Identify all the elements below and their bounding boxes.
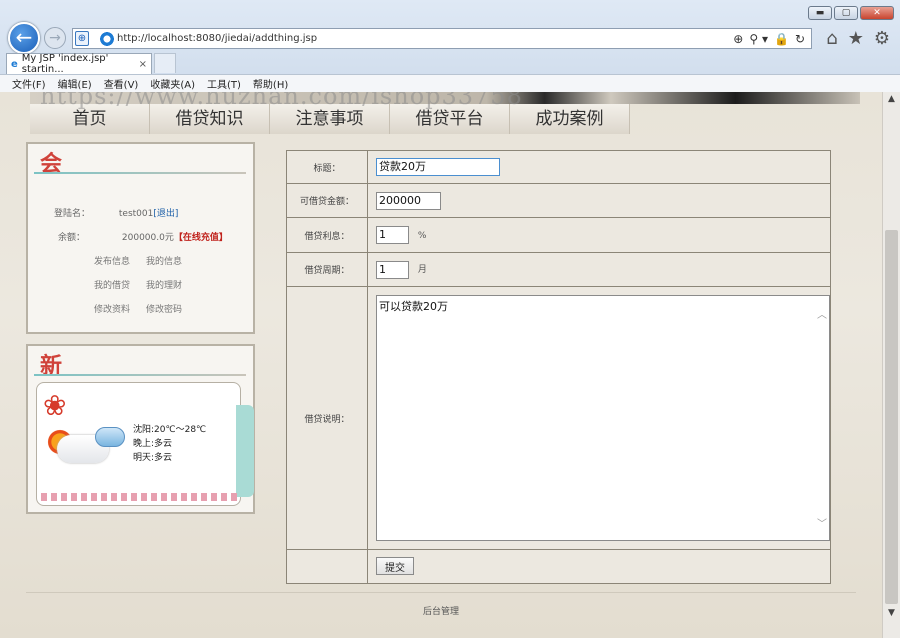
form-row-submit: 提交 bbox=[286, 548, 831, 585]
member-links-row: 修改资料 修改密码 bbox=[94, 302, 182, 315]
refresh-icon[interactable]: ↻ bbox=[795, 32, 805, 46]
menu-tools[interactable]: 工具(T) bbox=[207, 76, 241, 91]
period-unit: 月 bbox=[417, 265, 427, 276]
scroll-down-icon[interactable]: ﹀ bbox=[817, 515, 827, 530]
my-loans-link[interactable]: 我的借贷 bbox=[94, 278, 130, 291]
browser-icons: ⌂ ★ ⚙ bbox=[826, 28, 890, 49]
weather-today: 沈阳:20℃～28℃ bbox=[133, 425, 207, 435]
menu-file[interactable]: 文件(F) bbox=[12, 76, 46, 91]
recharge-link[interactable]: 【在线充值】 bbox=[174, 233, 228, 243]
tab-row: e My JSP 'index.jsp' startin... × bbox=[0, 52, 900, 75]
login-row: 登陆名： test001[退出] bbox=[54, 206, 178, 219]
divider bbox=[34, 172, 246, 174]
ie-favicon-icon: e bbox=[99, 30, 115, 47]
divider bbox=[34, 374, 246, 376]
tab-title: My JSP 'index.jsp' startin... bbox=[21, 53, 109, 75]
weather-tonight: 晚上:多云 bbox=[133, 439, 173, 449]
address-bar[interactable]: ⊕ e http://localhost:8080/jiedai/addthin… bbox=[72, 28, 812, 49]
search-icon[interactable]: ⚲ ▾ bbox=[749, 32, 768, 46]
new-tab-button[interactable] bbox=[154, 53, 176, 73]
balance-value: 200000.0元 bbox=[121, 233, 174, 243]
settings-icon[interactable]: ⚙ bbox=[874, 28, 890, 49]
forward-button[interactable]: → bbox=[44, 27, 66, 49]
menu-help[interactable]: 帮助(H) bbox=[253, 76, 288, 91]
form-row-rate: 借贷利息： 1 % bbox=[286, 217, 831, 254]
form-row-desc: 借贷说明： 可以贷款20万 ︿ ﹀ bbox=[286, 286, 831, 550]
desc-textarea[interactable]: 可以贷款20万 ︿ ﹀ bbox=[376, 295, 830, 542]
admin-link[interactable]: 后台管理 bbox=[0, 604, 882, 617]
menu-view[interactable]: 查看(V) bbox=[104, 76, 139, 91]
page-scrollbar[interactable]: ▲ ▼ bbox=[882, 92, 900, 638]
member-panel: 会 登陆名： test001[退出] 余额： 200000.0元【在线充值】 发… bbox=[26, 142, 255, 334]
desc-label: 借贷说明： bbox=[286, 286, 368, 550]
title-input[interactable]: 贷款20万 bbox=[376, 158, 500, 177]
loan-form: 标题： 贷款20万 可借贷金额： 200000 借贷利息： 1 % 借贷周期： … bbox=[286, 149, 831, 585]
lock-icon[interactable]: 🔒 bbox=[774, 32, 789, 46]
footer-divider bbox=[26, 592, 856, 593]
tab-favicon-icon: e bbox=[11, 58, 18, 70]
floral-border bbox=[41, 493, 237, 501]
form-row-period: 借贷周期： 1 月 bbox=[286, 252, 831, 288]
login-label: 登陆名： bbox=[54, 209, 91, 219]
partly-cloudy-icon bbox=[95, 427, 125, 447]
title-label: 标题： bbox=[286, 149, 368, 185]
menu-edit[interactable]: 编辑(E) bbox=[58, 76, 92, 91]
home-icon[interactable]: ⌂ bbox=[826, 28, 837, 49]
close-window-button[interactable]: ✕ bbox=[860, 6, 894, 20]
form-row-title: 标题： 贷款20万 bbox=[286, 149, 831, 185]
scroll-down-arrow[interactable]: ▼ bbox=[883, 608, 900, 624]
browser-tab[interactable]: e My JSP 'index.jsp' startin... × bbox=[6, 53, 152, 75]
window-controls: ▬ ▢ ✕ bbox=[808, 6, 894, 20]
nav-notices[interactable]: 注意事项 bbox=[270, 104, 390, 134]
nav-cases[interactable]: 成功案例 bbox=[510, 104, 630, 134]
menu-bar: 文件(F) 编辑(E) 查看(V) 收藏夹(A) 工具(T) 帮助(H) bbox=[0, 74, 900, 92]
balance-label: 余额： bbox=[58, 233, 86, 243]
url-text[interactable]: http://localhost:8080/jiedai/addthing.js… bbox=[117, 33, 317, 44]
form-row-amount: 可借贷金额： 200000 bbox=[286, 183, 831, 219]
maximize-button[interactable]: ▢ bbox=[834, 6, 858, 20]
member-links-row: 发布信息 我的信息 bbox=[94, 254, 182, 267]
minimize-button[interactable]: ▬ bbox=[808, 6, 832, 20]
compat-view-icon[interactable]: ⊕ bbox=[733, 32, 743, 46]
my-finance-link[interactable]: 我的理财 bbox=[146, 278, 182, 291]
rate-unit: % bbox=[417, 230, 427, 241]
publish-link[interactable]: 发布信息 bbox=[94, 254, 130, 267]
nav-platform[interactable]: 借贷平台 bbox=[390, 104, 510, 134]
amount-input[interactable]: 200000 bbox=[376, 191, 441, 210]
rate-label: 借贷利息： bbox=[286, 217, 368, 254]
page-viewport: 首页 借贷知识 注意事项 借贷平台 成功案例 https://www.huzha… bbox=[0, 92, 882, 638]
maple-leaf-icon: ❀ bbox=[43, 389, 67, 422]
weather-tab bbox=[236, 405, 254, 497]
edit-profile-link[interactable]: 修改资料 bbox=[94, 302, 130, 315]
submit-button[interactable]: 提交 bbox=[376, 557, 414, 576]
tab-close-icon[interactable]: × bbox=[139, 59, 147, 70]
site-nav: 首页 借贷知识 注意事项 借贷平台 成功案例 bbox=[30, 104, 860, 134]
my-info-link[interactable]: 我的信息 bbox=[146, 254, 182, 267]
desc-text: 可以贷款20万 bbox=[379, 300, 448, 314]
favorites-icon[interactable]: ★ bbox=[848, 28, 864, 49]
weather-text: 沈阳:20℃～28℃ 晚上:多云 明天:多云 bbox=[133, 423, 206, 465]
balance-row: 余额： 200000.0元【在线充值】 bbox=[58, 230, 228, 243]
period-label: 借贷周期： bbox=[286, 252, 368, 288]
browser-chrome: ▬ ▢ ✕ ← → ⊕ e http://localhost:8080/jied… bbox=[0, 0, 900, 92]
nav-home[interactable]: 首页 bbox=[30, 104, 150, 134]
back-button[interactable]: ← bbox=[8, 22, 40, 54]
news-panel: 新 ❀ 沈阳:20℃～28℃ 晚上:多云 明天:多云 bbox=[26, 344, 255, 514]
logout-link[interactable]: [退出] bbox=[153, 209, 178, 219]
member-links-row: 我的借贷 我的理财 bbox=[94, 278, 182, 291]
weather-widget: ❀ 沈阳:20℃～28℃ 晚上:多云 明天:多云 bbox=[36, 382, 254, 506]
rate-input[interactable]: 1 bbox=[376, 226, 409, 245]
scroll-up-arrow[interactable]: ▲ bbox=[883, 94, 900, 110]
period-input[interactable]: 1 bbox=[376, 260, 409, 279]
menu-favorites[interactable]: 收藏夹(A) bbox=[150, 76, 195, 91]
site-banner bbox=[30, 92, 860, 104]
nav-knowledge[interactable]: 借贷知识 bbox=[150, 104, 270, 134]
scroll-thumb[interactable] bbox=[885, 230, 898, 604]
weather-tomorrow: 明天:多云 bbox=[133, 453, 173, 463]
username: test001 bbox=[118, 209, 154, 219]
compat-icon[interactable]: ⊕ bbox=[75, 31, 89, 46]
change-password-link[interactable]: 修改密码 bbox=[146, 302, 182, 315]
scroll-up-icon[interactable]: ︿ bbox=[817, 306, 827, 321]
amount-label: 可借贷金额： bbox=[286, 183, 368, 219]
